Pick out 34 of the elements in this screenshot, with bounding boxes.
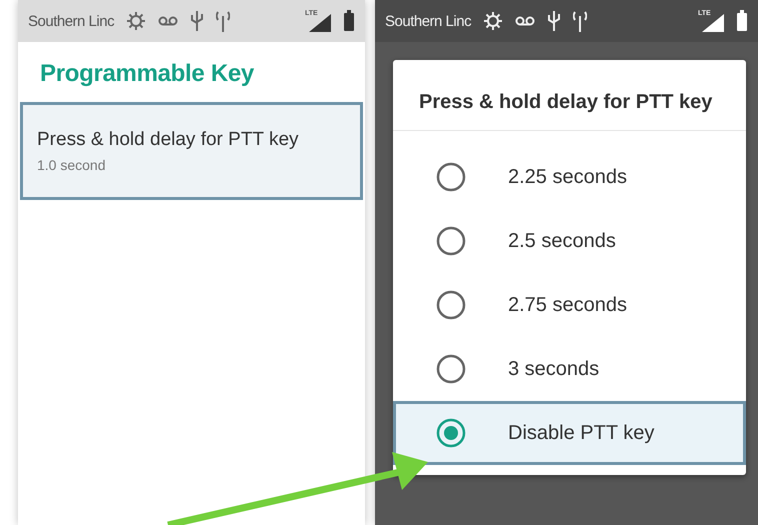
preference-item[interactable]: Press & hold delay for PTT key 1.0 second: [20, 102, 363, 200]
option-label: 2.5 seconds: [508, 230, 616, 252]
option-label: Disable PTT key: [508, 422, 654, 444]
usb-icon: [190, 10, 204, 32]
battery-icon: [343, 10, 355, 32]
radio-button[interactable]: [436, 226, 466, 256]
radio-button[interactable]: [436, 354, 466, 384]
signal-icon: [702, 14, 724, 32]
usb-icon: [547, 10, 562, 32]
preference-title: Press & hold delay for PTT key: [37, 129, 300, 151]
voicemail-icon: [515, 15, 536, 27]
battery-icon: [736, 10, 748, 32]
carrier-name: Southern Linc: [28, 12, 114, 30]
option-row[interactable]: 2.75 seconds: [393, 273, 746, 337]
gear-icon: [126, 11, 146, 31]
preference-summary: 1.0 second: [37, 157, 106, 173]
gear-icon: [483, 11, 504, 31]
voicemail-icon: [158, 15, 178, 27]
dialog-title: Press & hold delay for PTT key: [393, 60, 746, 131]
antenna-icon: [573, 10, 588, 32]
radio-button[interactable]: [436, 418, 466, 448]
signal-icon: [309, 14, 331, 32]
carrier-name: Southern Linc: [385, 12, 472, 30]
option-label: 2.75 seconds: [508, 294, 627, 316]
option-row[interactable]: Disable PTT key: [393, 401, 746, 465]
option-row[interactable]: 3 seconds: [393, 337, 746, 401]
radio-button[interactable]: [436, 290, 466, 320]
radio-button[interactable]: [436, 162, 466, 192]
option-row[interactable]: 2.5 seconds: [393, 209, 746, 273]
option-label: 3 seconds: [508, 358, 600, 380]
option-row[interactable]: 2.25 seconds: [393, 145, 746, 209]
option-label: 2.25 seconds: [508, 166, 627, 188]
page-title: Programmable Key: [39, 59, 255, 89]
antenna-icon: [216, 10, 230, 32]
